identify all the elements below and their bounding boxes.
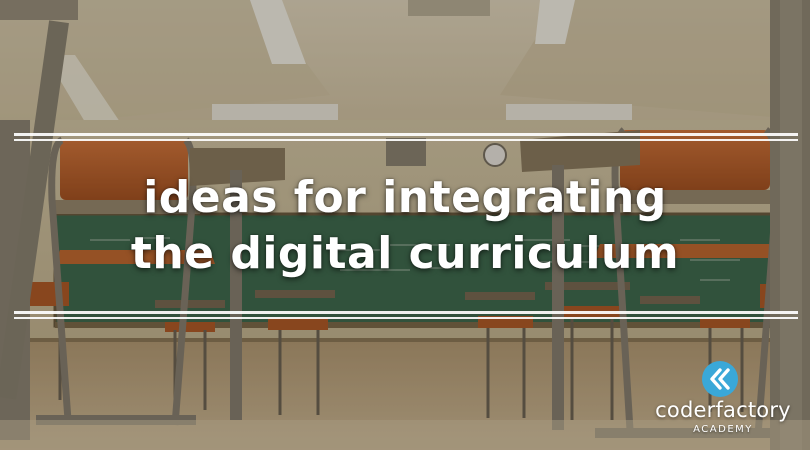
logo-wordmark: coderfactory <box>655 398 791 422</box>
logo-subtitle: ACADEMY <box>693 424 753 435</box>
top-rule-thin <box>14 139 798 141</box>
coderfactory-logo: coderfactory ACADEMY <box>648 360 798 442</box>
bottom-rule <box>14 311 798 314</box>
headline-line-1: ideas for integrating <box>143 172 667 223</box>
banner-image: ideas for integrating the digital curric… <box>0 0 810 450</box>
bottom-rule-thin <box>14 317 798 319</box>
headline-line-2: the digital curriculum <box>130 228 680 279</box>
top-rule <box>14 133 798 136</box>
chevron-double-left-icon <box>702 361 738 397</box>
